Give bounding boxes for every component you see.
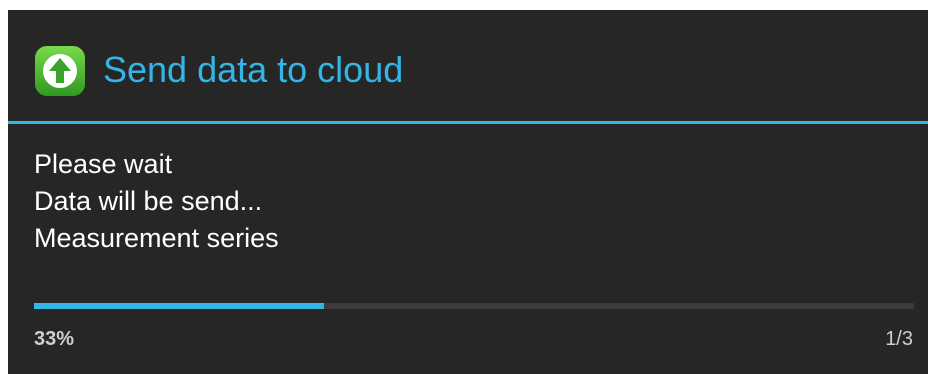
dialog-message: Please wait Data will be send... Measure… — [34, 146, 279, 257]
message-line: Please wait — [34, 149, 173, 179]
dialog-title: Send data to cloud — [103, 49, 404, 90]
progress-count: 1/3 — [885, 328, 913, 350]
progress-dialog: Send data to cloud Please wait Data will… — [8, 10, 928, 374]
progress-bar-fill — [34, 303, 325, 309]
progress-bar — [34, 303, 914, 309]
message-line: Data will be send... — [34, 186, 263, 216]
upload-arrow-icon — [35, 46, 85, 96]
message-line: Measurement series — [34, 223, 279, 253]
title-divider — [8, 121, 928, 124]
progress-percent: 33% — [34, 328, 75, 350]
dialog-title-bar: Send data to cloud — [8, 10, 928, 122]
